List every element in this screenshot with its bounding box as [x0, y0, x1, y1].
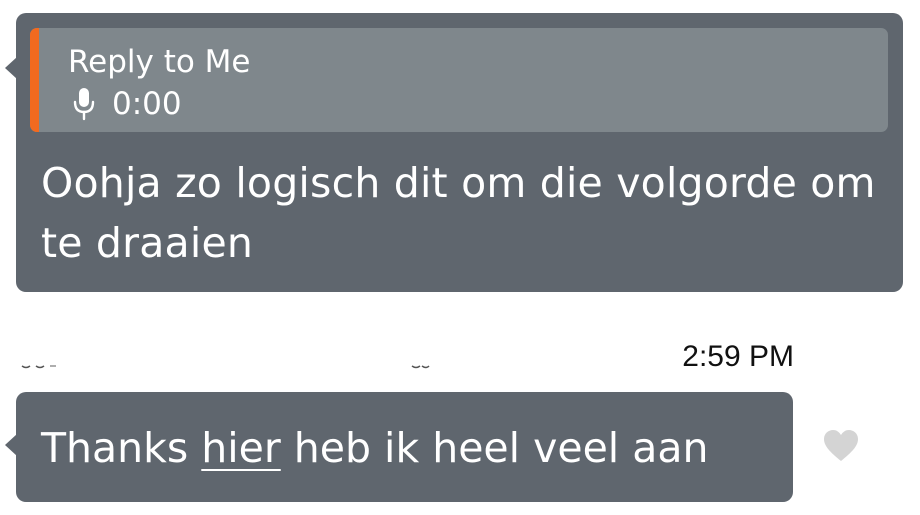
- message-text-suffix: heb ik heel veel aan: [280, 424, 709, 472]
- heart-icon[interactable]: [822, 428, 860, 464]
- cropped-sender-name: [21, 365, 430, 369]
- message-text-prefix: Thanks: [41, 424, 202, 472]
- message-timestamp: 2:59 PM: [682, 340, 794, 373]
- reply-quote[interactable]: Reply to Me 0:00: [30, 28, 888, 132]
- audio-duration: 0:00: [112, 86, 182, 122]
- message-bubble-2[interactable]: Thanks hier heb ik heel veel aan: [5, 392, 793, 502]
- reply-audio[interactable]: 0:00: [72, 86, 182, 122]
- reply-accent-bar: [30, 28, 39, 132]
- microphone-icon: [73, 88, 95, 121]
- reply-title: Reply to Me: [68, 44, 251, 80]
- message-bubble-1[interactable]: Reply to Me 0:00 Oohja zo logisch dit om…: [5, 13, 903, 292]
- message-text-2: Thanks hier heb ik heel veel aan: [41, 420, 708, 476]
- message-link-word[interactable]: hier: [201, 424, 280, 472]
- message-text: Oohja zo logisch dit om die volgorde om …: [41, 159, 876, 267]
